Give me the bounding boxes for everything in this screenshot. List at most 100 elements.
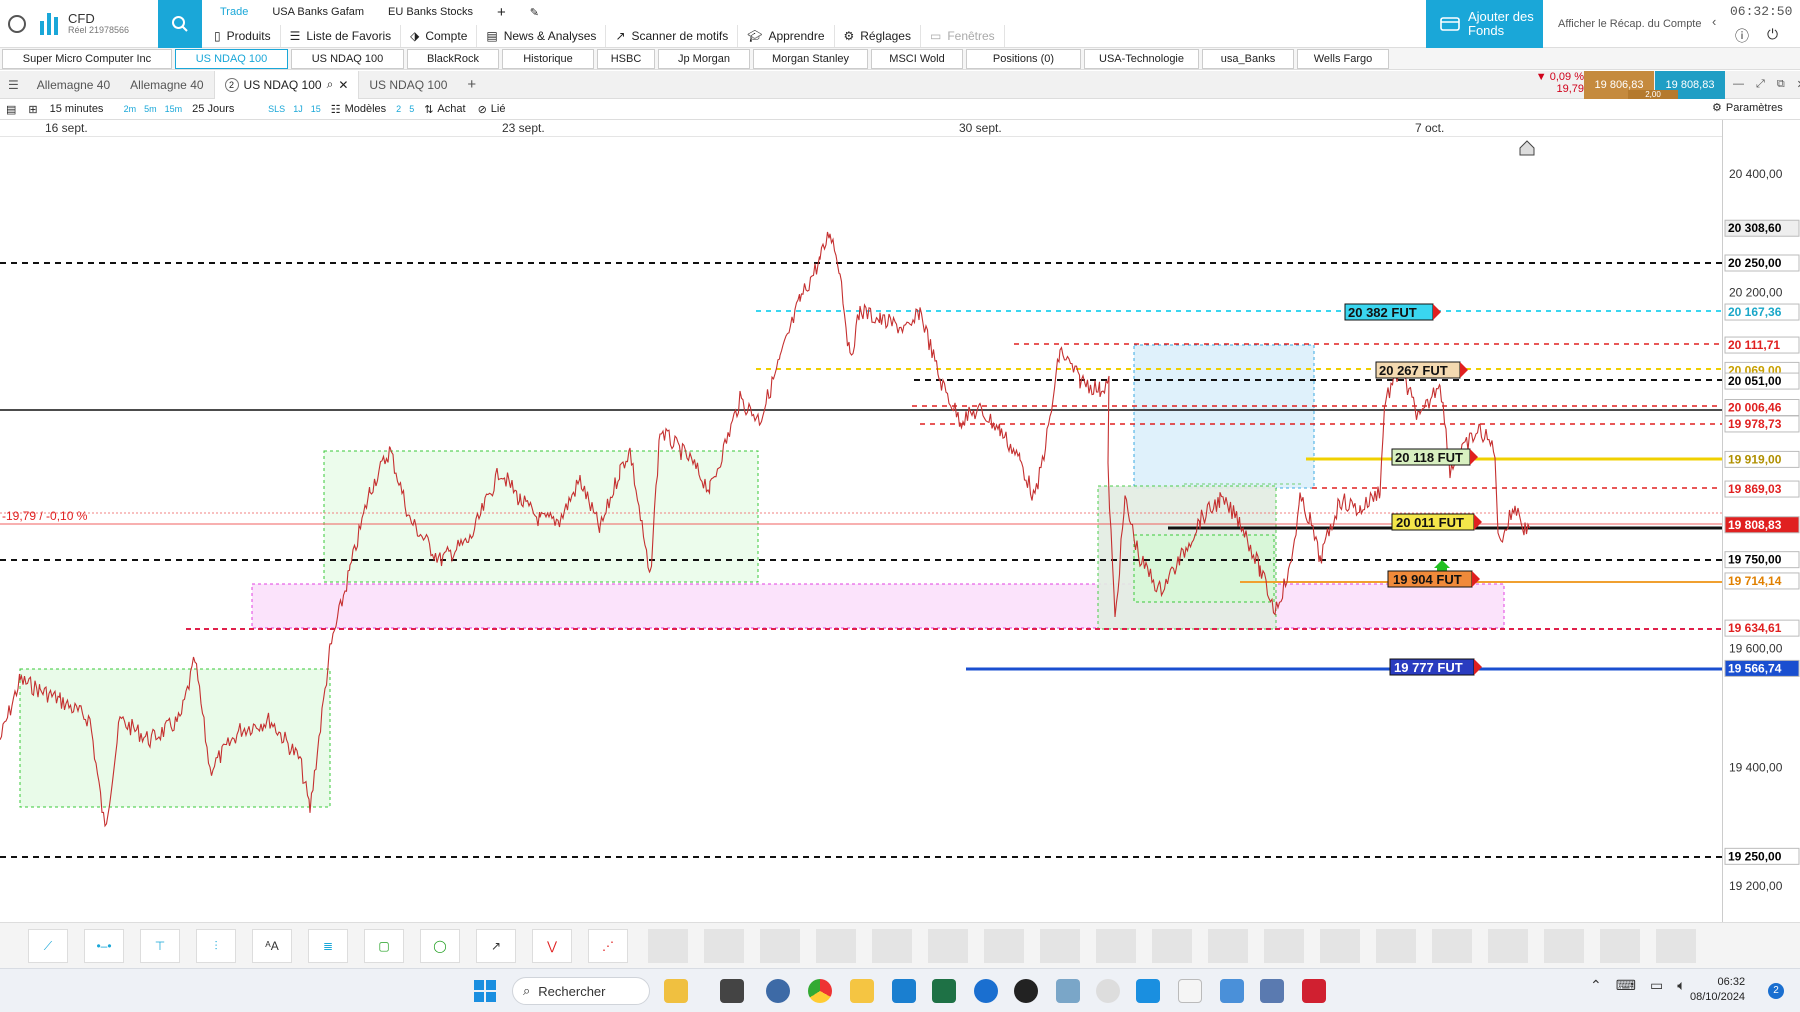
- horizontal-line-tool[interactable]: ⊤: [140, 929, 180, 963]
- linked-button[interactable]: ⊘ Lié: [472, 99, 512, 119]
- menu-news[interactable]: ▤ News & Analyses: [477, 25, 607, 47]
- arrow-tool[interactable]: ↗: [476, 929, 516, 963]
- fav-morgan-stanley[interactable]: Morgan Stanley: [753, 48, 868, 69]
- interval-15m[interactable]: 15m: [161, 99, 187, 119]
- horizontal-segment-tool[interactable]: •–•: [84, 929, 124, 963]
- btn-sls[interactable]: SLS: [264, 99, 289, 119]
- chart-tab-allemagne-2[interactable]: Allemagne 40: [120, 71, 213, 99]
- chart-svg[interactable]: -19,79 / -0,10 % 20 382 FUT 20 267 FUT 2…: [0, 137, 1722, 922]
- parameters-button[interactable]: ⚙ Paramètres: [1712, 101, 1783, 115]
- keyboard-icon[interactable]: ⌨: [1616, 977, 1636, 994]
- popout-icon[interactable]: ⧉: [1777, 78, 1785, 91]
- fav-positions[interactable]: Positions (0): [966, 48, 1081, 69]
- tab-trade[interactable]: Trade: [210, 6, 258, 18]
- file-explorer-icon[interactable]: [850, 979, 874, 1003]
- display-icon[interactable]: ▭: [1650, 977, 1663, 994]
- chart-tab-allemagne-1[interactable]: Allemagne 40: [27, 71, 120, 99]
- fav-wells-fargo[interactable]: Wells Fargo: [1297, 48, 1389, 69]
- chart-list-icon[interactable]: ▤: [0, 99, 22, 119]
- minimize-icon[interactable]: —: [1733, 78, 1744, 91]
- ellipse-tool[interactable]: ◯: [420, 929, 460, 963]
- account-summary-link[interactable]: Afficher le Récap. du Compte: [1548, 0, 1708, 48]
- close-tab-icon[interactable]: ✕: [338, 78, 348, 92]
- settings-app-icon[interactable]: [766, 979, 790, 1003]
- vertical-line-tool[interactable]: ⫶: [196, 929, 236, 963]
- buy-mode-button[interactable]: ⇅ Achat: [418, 99, 471, 119]
- layout-grid-icon[interactable]: ⊞: [22, 99, 43, 119]
- tab-usa-banks-gafam[interactable]: USA Banks Gafam: [262, 6, 374, 18]
- price-axis[interactable]: 20 400,00 20 200,00 19 600,00 19 400,00 19 2…: [1722, 120, 1800, 922]
- fut-tag-20267[interactable]: 20 267 FUT: [1375, 361, 1468, 379]
- zoom-search-icon[interactable]: ⌕: [327, 77, 334, 92]
- fav-us-ndaq-2[interactable]: US NDAQ 100: [291, 48, 404, 69]
- trend-line-tool[interactable]: ⟋: [28, 929, 68, 963]
- menu-reglages[interactable]: ⚙ Réglages: [835, 25, 921, 47]
- text-tool[interactable]: ᴬA: [252, 929, 292, 963]
- search-button[interactable]: [158, 0, 202, 48]
- add-chart-tab-icon[interactable]: +: [457, 71, 486, 99]
- user-icon[interactable]: [8, 15, 26, 33]
- tab-eu-banks-stocks[interactable]: EU Banks Stocks: [378, 6, 483, 18]
- taskbar-search[interactable]: ⌕ Rechercher: [512, 977, 650, 1005]
- fav-super-micro[interactable]: Super Micro Computer Inc: [2, 48, 172, 69]
- rectangle-tool[interactable]: ▢: [364, 929, 404, 963]
- model-5[interactable]: 5: [405, 99, 418, 119]
- interval-select[interactable]: 15 minutes: [44, 99, 120, 119]
- menu-favoris[interactable]: ☰ Liste de Favoris: [281, 25, 402, 47]
- notification-badge[interactable]: 2: [1768, 983, 1784, 999]
- network-app-icon[interactable]: [1260, 979, 1284, 1003]
- pen-app-icon[interactable]: [1096, 979, 1120, 1003]
- fut-tag-20011[interactable]: 20 011 FUT: [1391, 513, 1482, 531]
- fibonacci-tool[interactable]: ≣: [308, 929, 348, 963]
- widgets-icon[interactable]: [664, 979, 688, 1003]
- fav-hsbc[interactable]: HSBC: [597, 48, 655, 69]
- menu-compte[interactable]: ⬗ Compte: [401, 25, 478, 47]
- snipping-tool-icon[interactable]: [1178, 979, 1202, 1003]
- fav-jp-morgan[interactable]: Jp Morgan: [658, 48, 750, 69]
- trading-app-icon[interactable]: [1302, 979, 1326, 1003]
- chrome-icon[interactable]: [808, 979, 832, 1003]
- account-info[interactable]: CFD Réel 21978566: [68, 11, 129, 36]
- chevron-up-icon[interactable]: ⌃: [1590, 977, 1602, 994]
- monitor-app-icon[interactable]: [1136, 979, 1160, 1003]
- range-select[interactable]: 25 Jours: [186, 99, 264, 119]
- hamburger-menu-icon[interactable]: ☰: [0, 71, 27, 99]
- polyline-tool[interactable]: ⋁: [532, 929, 572, 963]
- info-icon[interactable]: ⓘ: [1735, 26, 1749, 46]
- menu-apprendre[interactable]: 🎓︎ Apprendre: [738, 25, 835, 47]
- expand-icon[interactable]: ⤢: [1756, 78, 1765, 91]
- speaker-icon[interactable]: 🔈︎: [1677, 977, 1685, 994]
- fav-blackrock[interactable]: BlackRock: [407, 48, 499, 69]
- remote-desktop-icon[interactable]: [1220, 979, 1244, 1003]
- fav-msci-world[interactable]: MSCI Wold: [871, 48, 963, 69]
- menu-produits[interactable]: ▯ Produits: [205, 25, 281, 47]
- fav-us-ndaq-1[interactable]: US NDAQ 100: [175, 48, 288, 69]
- windows-start-icon[interactable]: [474, 980, 496, 1002]
- add-tab-button[interactable]: +: [487, 4, 516, 21]
- fut-tag-19777[interactable]: 19 777 FUT: [1389, 658, 1482, 676]
- price-chart[interactable]: -19,79 / -0,10 % 20 382 FUT 20 267 FUT 2…: [0, 137, 1722, 922]
- fut-tag-20382[interactable]: 20 382 FUT: [1344, 303, 1441, 321]
- fav-usa-banks[interactable]: usa_Banks: [1202, 48, 1294, 69]
- btn-1j[interactable]: 1J: [289, 99, 307, 119]
- collapse-chevron-icon[interactable]: ‹: [1712, 14, 1716, 29]
- taskview-icon[interactable]: [720, 979, 744, 1003]
- fut-tag-20118[interactable]: 20 118 FUT: [1391, 448, 1478, 466]
- edit-tabs-icon[interactable]: ✎: [520, 6, 549, 19]
- fut-tag-19904[interactable]: 19 904 FUT: [1387, 570, 1480, 588]
- chart-tab-us-ndaq-active[interactable]: 2 US NDAQ 100 ⌕ ✕: [213, 70, 360, 99]
- store-icon[interactable]: [892, 979, 916, 1003]
- edge-icon[interactable]: [974, 979, 998, 1003]
- fav-usa-technologie[interactable]: USA-Technologie: [1084, 48, 1199, 69]
- b-app-icon[interactable]: [1014, 979, 1038, 1003]
- interval-2m[interactable]: 2m: [120, 99, 141, 119]
- btn-15[interactable]: 15: [307, 99, 325, 119]
- pattern-tool[interactable]: ⋰: [588, 929, 628, 963]
- add-funds-button[interactable]: Ajouter des Fonds: [1426, 0, 1543, 48]
- excel-icon[interactable]: [932, 979, 956, 1003]
- taskbar-clock[interactable]: 06:32 08/10/2024: [1690, 975, 1745, 1005]
- mail-icon[interactable]: [1056, 979, 1080, 1003]
- interval-5m[interactable]: 5m: [140, 99, 161, 119]
- power-icon[interactable]: ⏻: [1767, 26, 1778, 46]
- fav-historique[interactable]: Historique: [502, 48, 594, 69]
